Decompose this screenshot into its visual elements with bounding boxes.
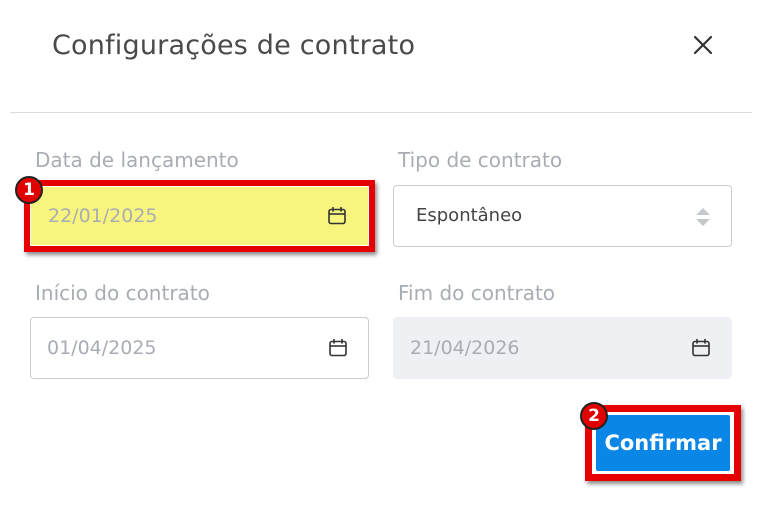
close-icon bbox=[693, 35, 713, 55]
contract-start-field[interactable]: 01/04/2025 bbox=[30, 317, 369, 379]
step2-badge: 2 bbox=[580, 402, 608, 430]
calendar-icon bbox=[692, 338, 710, 357]
release-date-value: 22/01/2025 bbox=[48, 205, 158, 227]
close-button[interactable] bbox=[688, 30, 718, 60]
contract-type-value: Espontâneo bbox=[416, 205, 523, 226]
step1-badge: 1 bbox=[15, 176, 43, 204]
contract-end-value: 21/04/2026 bbox=[410, 337, 520, 359]
contract-end-label: Fim do contrato bbox=[398, 281, 556, 305]
contract-type-label: Tipo de contrato bbox=[398, 148, 563, 172]
sort-arrows-icon bbox=[696, 208, 710, 226]
contract-end-field: 21/04/2026 bbox=[393, 317, 732, 379]
release-date-field[interactable]: 22/01/2025 bbox=[31, 187, 368, 245]
contract-start-label: Início do contrato bbox=[35, 281, 210, 305]
header-divider bbox=[10, 112, 752, 113]
contract-start-value: 01/04/2025 bbox=[47, 337, 157, 359]
contract-type-select[interactable]: Espontâneo bbox=[393, 185, 732, 247]
calendar-icon[interactable] bbox=[327, 206, 347, 226]
release-date-label: Data de lançamento bbox=[35, 148, 239, 172]
confirm-button[interactable]: Confirmar bbox=[596, 415, 730, 471]
contract-settings-modal: Configurações de contrato Data de lançam… bbox=[0, 0, 768, 511]
modal-title: Configurações de contrato bbox=[52, 30, 416, 61]
calendar-icon[interactable] bbox=[328, 338, 348, 358]
